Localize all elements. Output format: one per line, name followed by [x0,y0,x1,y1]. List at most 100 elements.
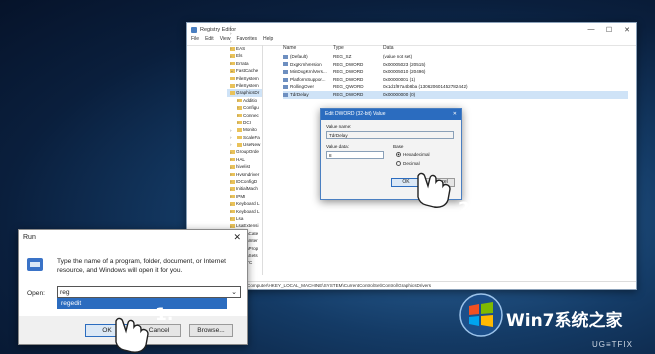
menu-help[interactable]: Help [263,36,273,45]
tree-item[interactable]: ScaleFa [227,134,262,141]
value-row[interactable]: RollingOver REG_QWORD 0x1d1f97a4b8ba (1306… [283,83,628,91]
tree-item[interactable]: Els [227,52,262,59]
tree-item[interactable]: InitialMach [227,185,262,192]
tree-item[interactable]: DCI [227,119,262,126]
expand-arrow-icon[interactable]: › [237,82,239,89]
expand-arrow-icon[interactable]: › [230,208,232,215]
tree-item[interactable]: IDConfigD [227,178,262,185]
expand-arrow-icon[interactable]: › [237,104,239,111]
column-name[interactable]: Name [283,45,333,53]
value-type: REG_DWORD [333,76,364,82]
expand-arrow-icon[interactable]: › [230,149,232,156]
tree-item[interactable]: Lsa [227,215,262,222]
value-name-field: TdrDelay [326,131,454,139]
tree-item[interactable]: IPMI [227,193,262,200]
tree-item[interactable]: Connec [227,112,262,119]
autocomplete-suggestion[interactable]: regedit [57,298,227,309]
run-close-button[interactable]: ✕ [233,230,241,245]
expand-arrow-icon[interactable]: › [230,30,232,37]
tree-item[interactable]: EAS [227,45,262,52]
value-data: 0x00005023 (20515) [383,61,426,67]
expand-arrow-icon[interactable]: › [230,127,232,134]
menu-view[interactable]: View [220,36,231,45]
run-title: Run [23,234,36,241]
value-row[interactable]: TdrDelay REG_DWORD 0x00000000 (0) [283,90,628,99]
tree-item[interactable]: Additio [227,97,262,104]
expand-arrow-icon[interactable]: › [230,201,232,208]
radio-decimal[interactable]: Decimal [396,161,420,166]
radio-hexadecimal[interactable]: Hexadecimal [396,152,430,157]
expand-arrow-icon[interactable]: › [237,90,239,97]
tree-item[interactable]: HAL [227,156,262,163]
expand-arrow-icon[interactable]: › [230,171,232,178]
value-row[interactable]: DxgKrnlVersion REG_DWORD 0x00005023 (20515… [283,61,628,69]
menu-edit[interactable]: Edit [205,36,214,45]
expand-arrow-icon[interactable]: › [230,178,232,185]
run-titlebar[interactable]: Run ✕ [19,230,247,245]
expand-arrow-icon[interactable]: › [230,193,232,200]
tree-item[interactable]: UseNew [227,141,262,148]
menu-favorites[interactable]: Favorites [236,36,257,45]
close-button[interactable]: ✕ [618,26,636,34]
column-type[interactable]: Type [333,45,383,53]
run-browse-button[interactable]: Browse... [189,324,233,337]
tree-item[interactable]: Keyboard L [227,200,262,207]
expand-arrow-icon[interactable]: › [230,186,232,193]
value-name: DxgKrnlVersion [283,61,333,69]
ugetfix-brand: UG≡TFIX [592,340,633,349]
expand-arrow-icon[interactable]: › [230,156,232,163]
run-icon [27,258,43,271]
tree-item[interactable]: Keyboard L [227,208,262,215]
expand-arrow-icon[interactable]: › [230,45,232,52]
expand-arrow-icon[interactable]: › [230,164,232,171]
dword-close-button[interactable]: ✕ [453,109,457,120]
value-name-label: Value name: [326,124,352,129]
expand-arrow-icon[interactable]: › [230,38,232,45]
tree-item[interactable]: Errata [227,60,262,67]
expand-arrow-icon[interactable]: › [237,119,239,126]
tree-item[interactable]: GroupOrde [227,148,262,155]
win7-logo: Win7系统之家 [458,292,623,340]
value-row[interactable]: (Default) REG_SZ (value not set) [283,53,628,61]
radio-unselected-icon [396,161,401,166]
tree-item[interactable]: hivelist [227,163,262,170]
tree-item[interactable]: Hvsmdriver [227,171,262,178]
dword-title: Edit DWORD (32-bit) Value [325,111,386,117]
menu-file[interactable]: File [191,36,199,45]
open-label: Open: [27,290,45,297]
column-data[interactable]: Data [383,45,503,53]
value-type: REG_DWORD [333,69,364,75]
expand-arrow-icon[interactable]: › [230,60,232,67]
expand-arrow-icon[interactable]: › [237,112,239,119]
expand-arrow-icon[interactable]: › [230,23,232,30]
value-row[interactable]: PlatformSuppor... REG_DWORD 0x00000001 (1) [283,76,628,84]
chevron-down-icon[interactable]: ⌄ [231,287,237,298]
tree-item[interactable]: FileSystem [227,75,262,82]
dword-titlebar[interactable]: Edit DWORD (32-bit) Value ✕ [321,109,461,120]
value-data: 0x1d1f97a4b8ba (130620601452782442) [383,84,468,90]
value-data: 0x00000000 (0) [383,91,416,97]
expand-arrow-icon[interactable]: › [230,53,232,60]
expand-arrow-icon[interactable]: › [237,97,239,104]
expand-arrow-icon[interactable]: ⌄ [230,67,234,74]
tree-item[interactable]: FileSystem [227,82,262,89]
expand-arrow-icon[interactable]: › [230,134,232,141]
value-row[interactable]: MinDxgKrnlVers... REG_DWORD 0x00005010 (20… [283,68,628,76]
value-name: PlatformSuppor... [283,76,333,84]
open-input[interactable]: reg ⌄ [57,286,241,298]
value-type: REG_SZ [333,54,352,59]
expand-arrow-icon[interactable]: › [230,215,232,222]
value-data-input[interactable]: 8 [326,151,384,159]
hand-cursor-icon [417,172,451,208]
minimize-button[interactable]: — [582,26,600,34]
expand-arrow-icon[interactable]: › [237,75,239,82]
value-type: REG_DWORD [333,61,364,67]
tree-item[interactable]: Configu [227,104,262,111]
tree-item[interactable]: Monito [227,126,262,133]
value-name: (Default) [283,53,333,61]
registry-editor-titlebar[interactable]: Registry Editor — ☐ ✕ [187,23,636,36]
expand-arrow-icon[interactable]: › [230,141,232,148]
step-2-label: 2. [458,199,477,219]
maximize-button[interactable]: ☐ [600,26,618,34]
tree-item[interactable]: GraphicsDr [227,89,262,97]
